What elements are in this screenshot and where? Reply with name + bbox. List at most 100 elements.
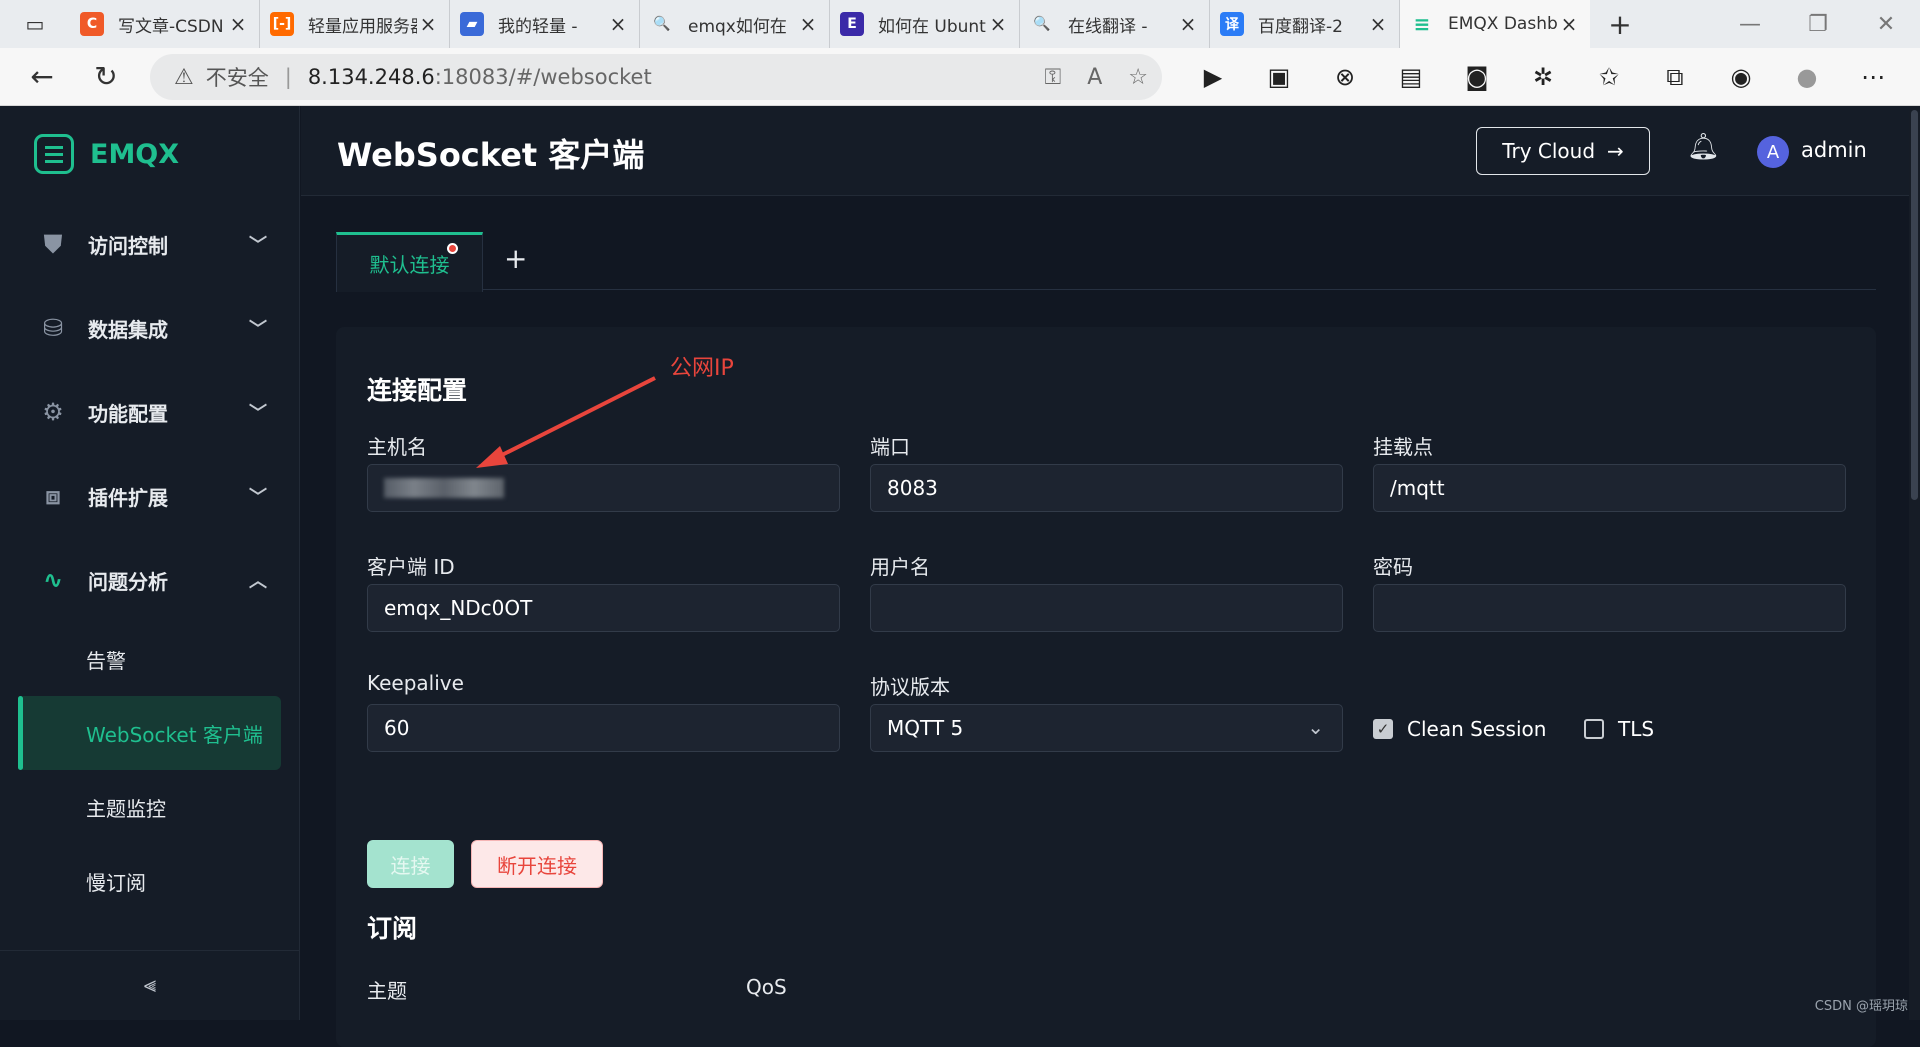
aliyun-icon: [-] — [270, 12, 294, 36]
add-tab-button[interactable]: + — [504, 242, 527, 275]
close-tab-icon[interactable]: × — [987, 12, 1009, 36]
read-aloud-icon[interactable]: A — [1087, 65, 1102, 90]
browser-tab-label: EMQX Dashboard — [1448, 14, 1558, 34]
collapse-sidebar-button[interactable]: ⫷ — [0, 950, 300, 1020]
password-label: 密码 — [1373, 551, 1413, 580]
mount-input[interactable]: /mqtt — [1373, 464, 1846, 512]
browser-tab[interactable]: E 如何在 Ubuntu× — [830, 0, 1020, 48]
browser-tab[interactable]: 🔍emqx如何在× — [640, 0, 830, 48]
sidebar-subitem[interactable]: 主题监控 — [0, 770, 299, 844]
maximize-button[interactable]: ❐ — [1784, 0, 1852, 48]
back-button[interactable]: ← — [10, 48, 74, 106]
tls-checkbox[interactable]: TLS — [1584, 717, 1654, 741]
mount-label: 挂载点 — [1373, 431, 1433, 460]
sidebar-item[interactable]: ⛊访问控制﹀ — [0, 202, 299, 286]
collections-icon[interactable]: ⧉ — [1642, 48, 1708, 106]
try-cloud-label: Try Cloud — [1502, 139, 1595, 163]
minimize-button[interactable]: — — [1716, 0, 1784, 48]
tab-default-connection[interactable]: 默认连接 — [336, 232, 483, 292]
username-input[interactable] — [870, 584, 1343, 632]
emqx-logo[interactable]: EMQX — [0, 106, 299, 202]
browser-toolbar: ← ↻ ⚠ 不安全 | 8.134.248.6 :18083/#/websock… — [0, 48, 1920, 106]
more-options-icon[interactable]: ⋯ — [1840, 48, 1906, 106]
tab-label: 默认连接 — [370, 249, 450, 278]
port-input[interactable]: 8083 — [870, 464, 1343, 512]
close-tab-icon[interactable]: × — [1367, 12, 1389, 36]
extension-game-icon[interactable]: ◙ — [1444, 48, 1510, 106]
section-title-subscribe: 订阅 — [367, 909, 417, 945]
csdn-icon: C — [80, 12, 104, 36]
protocol-select[interactable]: MQTT 5 ⌄ — [870, 704, 1343, 752]
address-bar[interactable]: ⚠ 不安全 | 8.134.248.6 :18083/#/websocket ⚿… — [150, 54, 1162, 100]
browser-tab[interactable]: C 写文章-CSDN× — [70, 0, 260, 48]
chevron-down-icon: ⌄ — [1307, 715, 1324, 739]
new-tab-button[interactable]: + — [1590, 0, 1650, 48]
key-icon[interactable]: ⚿ — [1044, 65, 1061, 90]
chevron-down-icon: ﹀ — [249, 315, 267, 341]
keepalive-input[interactable]: 60 — [367, 704, 840, 752]
connection-tabs: 默认连接 + — [336, 232, 1876, 290]
close-window-button[interactable]: ✕ — [1852, 0, 1920, 48]
bell-icon[interactable]: 🔔︎ — [1687, 132, 1720, 162]
favorites-icon[interactable]: ✩ — [1576, 48, 1642, 106]
browser-tab[interactable]: [-]轻量应用服务器× — [260, 0, 450, 48]
close-tab-icon[interactable]: × — [227, 12, 249, 36]
sidebar-subitem[interactable]: 告警 — [0, 622, 299, 696]
plus-icon: + — [1608, 8, 1631, 41]
disconnect-button[interactable]: 断开连接 — [471, 840, 603, 888]
browser-tab[interactable]: ▰我的轻量 -× — [450, 0, 640, 48]
doc-icon: E — [840, 12, 864, 36]
close-tab-icon[interactable]: × — [1177, 12, 1199, 36]
page-scrollbar-thumb[interactable] — [1911, 110, 1918, 500]
main-content: 默认连接 + 连接配置 主机名 端口 8083 挂载点 /mqtt 客户端 ID… — [301, 197, 1909, 1020]
port-label: 端口 — [870, 431, 910, 460]
tab-actions-button[interactable]: ▭ — [0, 0, 70, 48]
extension-x-icon[interactable]: ⊗ — [1312, 48, 1378, 106]
clean-session-label: Clean Session — [1407, 717, 1546, 741]
reload-button[interactable]: ↻ — [74, 48, 138, 106]
sidebar-item[interactable]: ⧈插件扩展﹀ — [0, 454, 299, 538]
browser-tab-label: 写文章-CSDN — [118, 12, 227, 37]
browser-tab[interactable]: 🔍在线翻译 -× — [1020, 0, 1210, 48]
sidebar-item[interactable]: ∿问题分析︿ — [0, 538, 299, 622]
clean-session-checkbox[interactable]: ✓ Clean Session — [1373, 717, 1546, 741]
sidebar-item[interactable]: ⚙功能配置﹀ — [0, 370, 299, 454]
address-separator: | — [285, 65, 292, 89]
browser-tab[interactable]: 译百度翻译-2× — [1210, 0, 1400, 48]
close-tab-icon[interactable]: × — [607, 12, 629, 36]
sidebar-subitem[interactable]: WebSocket 客户端 — [18, 696, 281, 770]
password-input[interactable] — [1373, 584, 1846, 632]
sidebar-item-label: 插件扩展 — [88, 482, 168, 511]
client-id-label: 客户端 ID — [367, 551, 455, 580]
close-tab-icon[interactable]: × — [1558, 12, 1580, 36]
browser-tab-label: 在线翻译 - — [1068, 12, 1177, 37]
protocol-label: 协议版本 — [870, 671, 950, 700]
host-input[interactable] — [367, 464, 840, 512]
redacted-host — [384, 478, 504, 498]
clipboard-icon[interactable]: ▤ — [1378, 48, 1444, 106]
browser-tab[interactable]: ≡EMQX Dashboard× — [1400, 0, 1590, 48]
avatar[interactable]: A — [1757, 136, 1789, 168]
extension-l-icon[interactable]: ▣ — [1246, 48, 1312, 106]
sidebar-item[interactable]: ⛁数据集成﹀ — [0, 286, 299, 370]
user-name[interactable]: admin — [1801, 138, 1867, 162]
close-tab-icon[interactable]: × — [417, 12, 439, 36]
close-tab-icon[interactable]: × — [797, 12, 819, 36]
checkbox-unchecked-icon — [1584, 719, 1604, 739]
add-favorite-icon[interactable]: ☆ — [1128, 65, 1148, 90]
play-icon[interactable]: ▶ — [1180, 48, 1246, 106]
keepalive-label: Keepalive — [367, 671, 464, 695]
browser-tab-label: 如何在 Ubuntu — [878, 12, 987, 37]
profile-icon[interactable]: ● — [1774, 48, 1840, 106]
try-cloud-button[interactable]: Try Cloud → — [1476, 127, 1650, 175]
username-label: 用户名 — [870, 551, 930, 580]
browser-tab-label: 百度翻译-2 — [1258, 12, 1367, 37]
connect-button[interactable]: 连接 — [367, 840, 454, 888]
page-header: WebSocket 客户端 Try Cloud → 🔔︎ A admin — [301, 106, 1909, 196]
sidebar-subitem[interactable]: 慢订阅 — [0, 844, 299, 918]
shield-icon: ⛊ — [38, 229, 68, 259]
edge-icon[interactable]: ◉ — [1708, 48, 1774, 106]
client-id-input[interactable]: emqx_NDc0OT — [367, 584, 840, 632]
extensions-icon[interactable]: ✲ — [1510, 48, 1576, 106]
url-host: 8.134.248.6 — [308, 65, 435, 89]
